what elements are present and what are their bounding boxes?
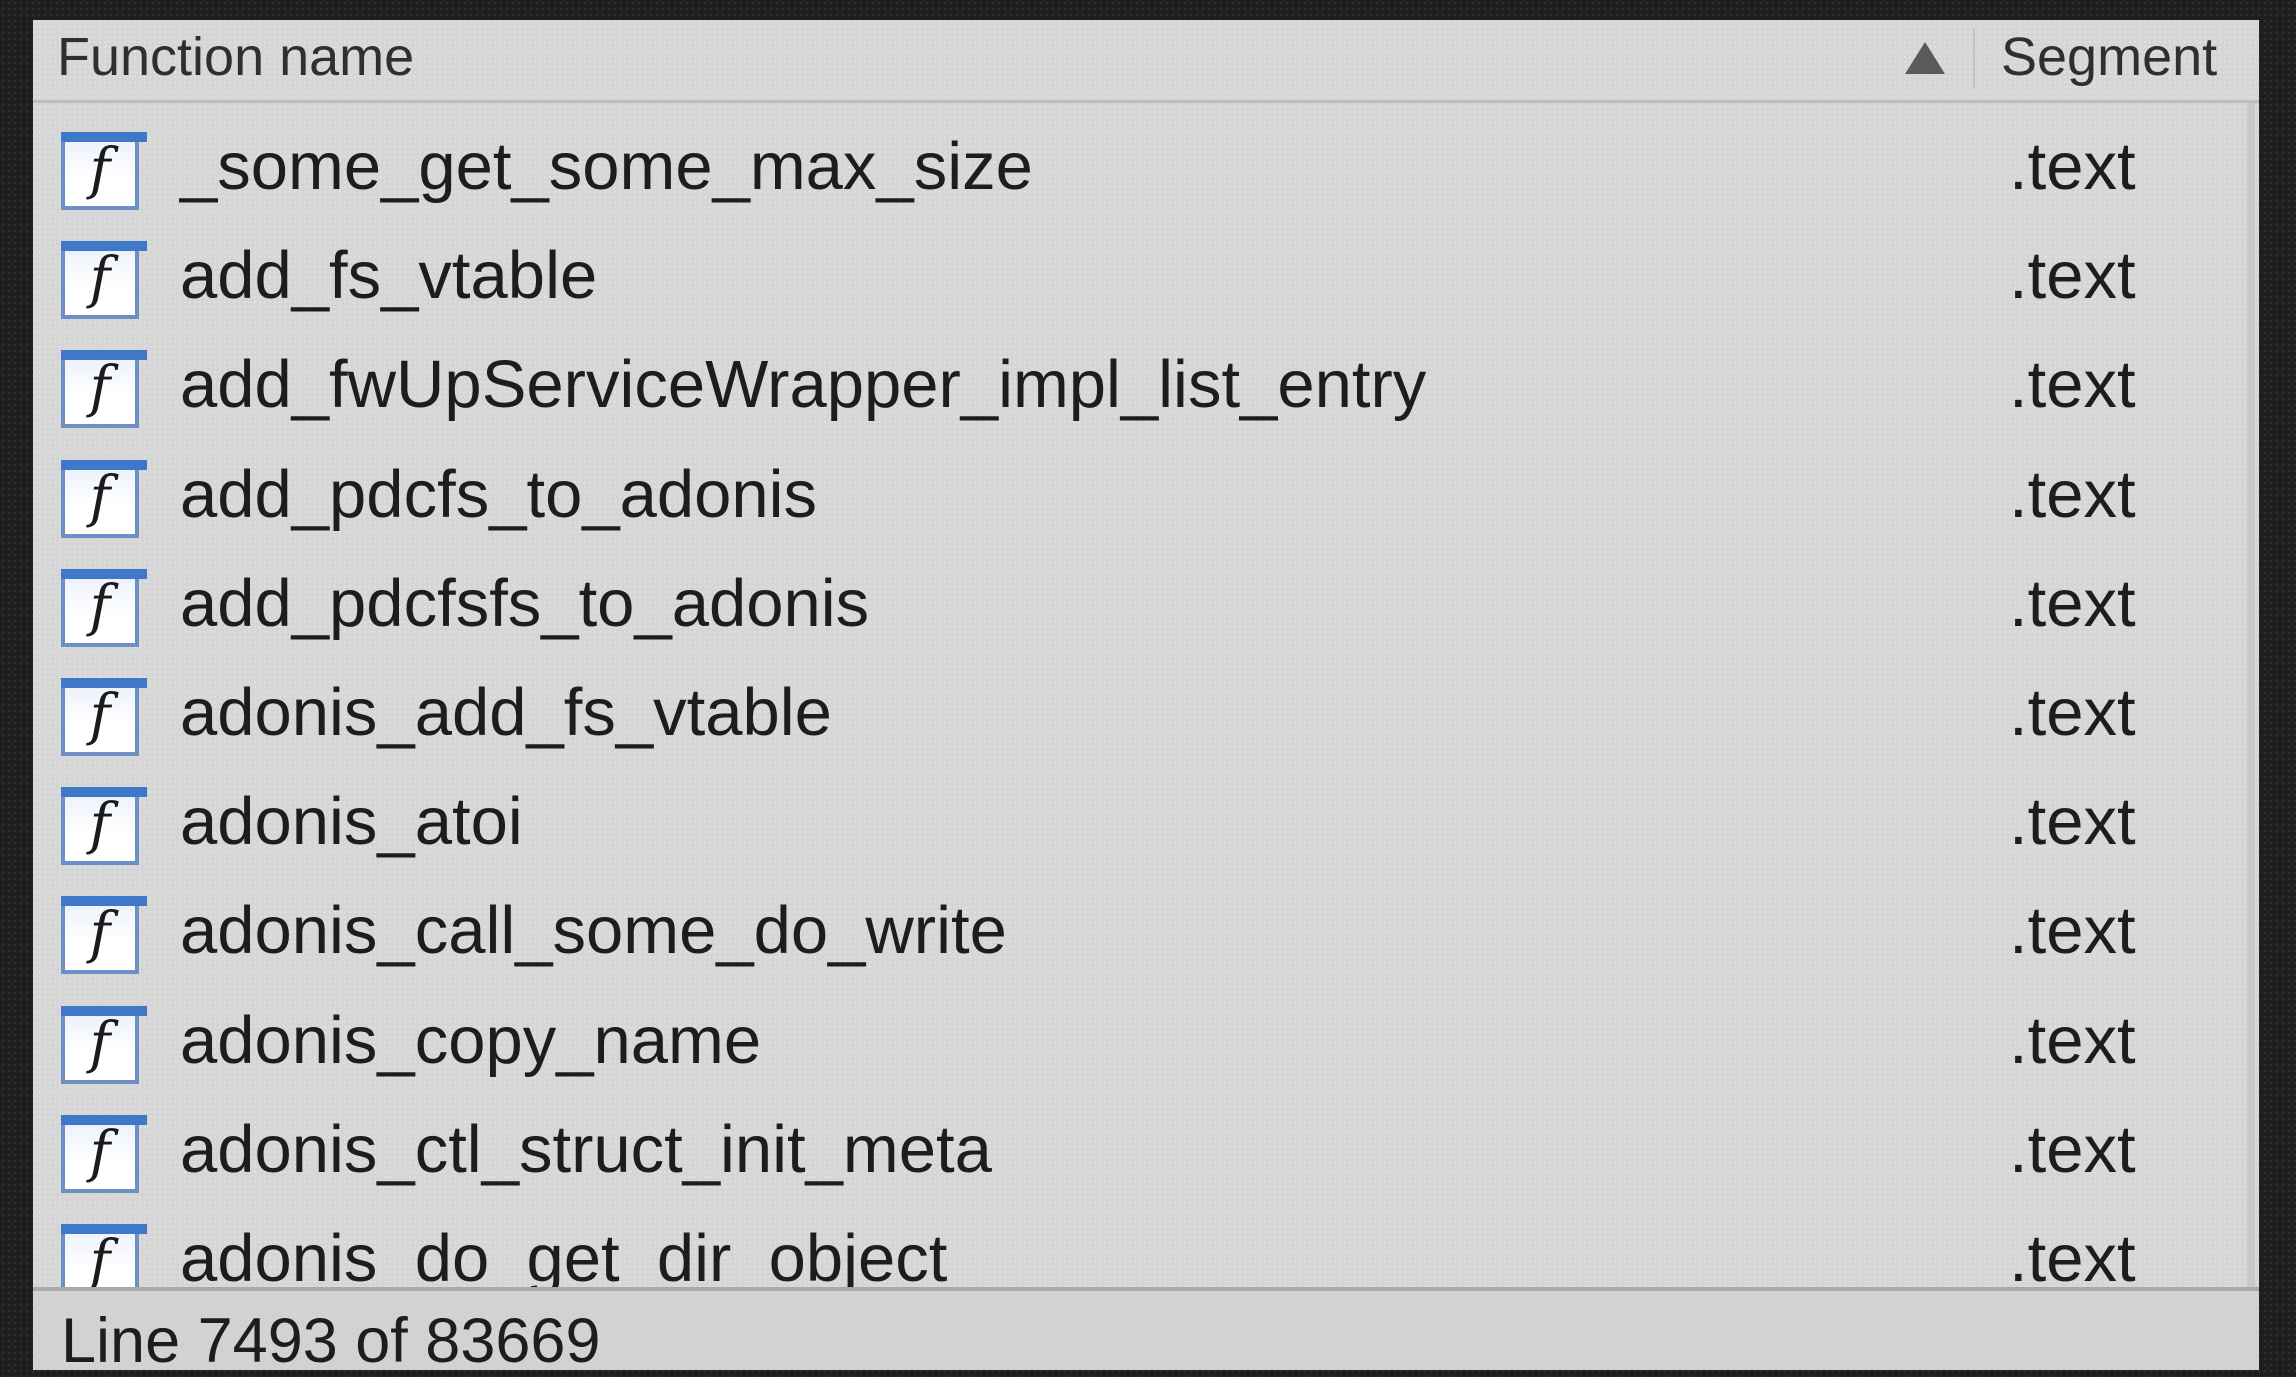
function-icon: f bbox=[61, 350, 147, 429]
table-row[interactable]: f adonis_call_some_do_write .text bbox=[33, 867, 2259, 976]
sort-ascending-icon[interactable] bbox=[1905, 42, 1945, 74]
function-list: f _some_get_some_max_size .text f add_fs… bbox=[33, 103, 2259, 1287]
function-icon: f bbox=[61, 459, 147, 538]
column-header-segment[interactable]: Segment bbox=[2001, 26, 2217, 88]
column-separator[interactable] bbox=[1973, 28, 1975, 88]
table-row[interactable]: f adonis_atoi .text bbox=[33, 758, 2259, 867]
vertical-scrollbar[interactable] bbox=[2247, 103, 2255, 1287]
segment-value: .text bbox=[2009, 347, 2136, 423]
segment-value: .text bbox=[2009, 1220, 2136, 1287]
function-name: adonis_do_get_dir_object bbox=[180, 1220, 948, 1287]
segment-value: .text bbox=[2009, 784, 2136, 860]
table-row[interactable]: f add_pdcfsfs_to_adonis .text bbox=[33, 540, 2259, 649]
table-row[interactable]: f _some_get_some_max_size .text bbox=[33, 103, 2259, 212]
function-name: add_pdcfsfs_to_adonis bbox=[180, 565, 870, 641]
function-name: adonis_atoi bbox=[180, 784, 523, 860]
table-row[interactable]: f add_pdcfs_to_adonis .text bbox=[33, 431, 2259, 540]
table-header: Function name Segment bbox=[33, 20, 2259, 103]
segment-value: .text bbox=[2009, 565, 2136, 641]
function-icon: f bbox=[61, 568, 147, 647]
function-icon: f bbox=[61, 1223, 147, 1287]
function-icon: f bbox=[61, 1114, 147, 1193]
segment-value: .text bbox=[2009, 456, 2136, 532]
function-name: add_fs_vtable bbox=[180, 238, 598, 314]
segment-value: .text bbox=[2009, 1002, 2136, 1078]
segment-value: .text bbox=[2009, 893, 2136, 969]
function-icon: f bbox=[61, 1005, 147, 1084]
function-icon: f bbox=[61, 677, 147, 756]
function-name: adonis_call_some_do_write bbox=[180, 893, 1007, 969]
function-icon: f bbox=[61, 132, 147, 210]
function-name: add_fwUpServiceWrapper_impl_list_entry bbox=[180, 347, 1427, 423]
line-position-status: Line 7493 of 83669 bbox=[61, 1306, 601, 1376]
function-name: add_pdcfs_to_adonis bbox=[180, 456, 818, 532]
table-row[interactable]: f add_fs_vtable .text bbox=[33, 212, 2259, 321]
function-name: _some_get_some_max_size bbox=[180, 129, 1033, 204]
column-header-function-name[interactable]: Function name bbox=[57, 26, 414, 88]
table-row[interactable]: f adonis_do_get_dir_object .text bbox=[33, 1195, 2259, 1287]
segment-value: .text bbox=[2009, 238, 2136, 314]
function-name: adonis_ctl_struct_init_meta bbox=[180, 1111, 992, 1187]
functions-window: Function name Segment f _some_get_some_m… bbox=[33, 20, 2259, 1376]
function-icon: f bbox=[61, 787, 147, 866]
table-row[interactable]: f add_fwUpServiceWrapper_impl_list_entry… bbox=[33, 321, 2259, 430]
segment-value: .text bbox=[2009, 129, 2136, 204]
status-bar: Line 7493 of 83669 bbox=[33, 1287, 2259, 1376]
segment-value: .text bbox=[2009, 674, 2136, 750]
function-icon: f bbox=[61, 896, 147, 975]
function-name: adonis_copy_name bbox=[180, 1002, 762, 1078]
table-row[interactable]: f adonis_copy_name .text bbox=[33, 977, 2259, 1086]
table-row[interactable]: f adonis_add_fs_vtable .text bbox=[33, 649, 2259, 758]
function-icon: f bbox=[61, 241, 147, 320]
function-name: adonis_add_fs_vtable bbox=[180, 674, 832, 750]
table-row[interactable]: f adonis_ctl_struct_init_meta .text bbox=[33, 1086, 2259, 1195]
segment-value: .text bbox=[2009, 1111, 2136, 1187]
